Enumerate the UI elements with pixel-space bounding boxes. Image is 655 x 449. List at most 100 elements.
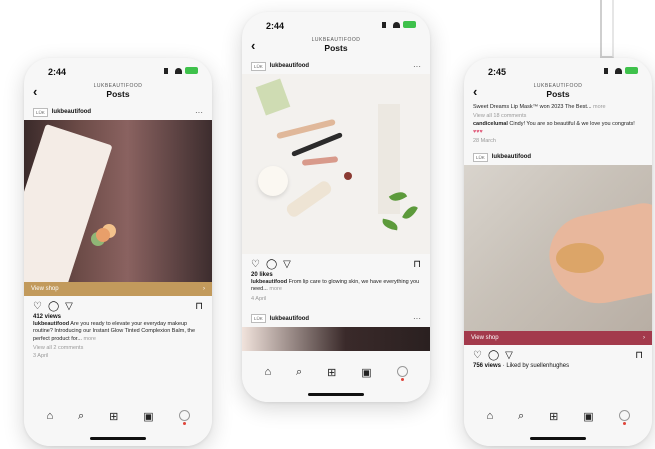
post-date: 3 April [33,353,49,360]
page-title: Posts [546,89,570,99]
home-indicator [530,437,586,440]
phone-mockup-right: 2:45 ‹ LUKBEAUTIFOOD Posts Sweet Dreams … [464,58,652,446]
post-actions: ♡ ◯ ▽ ⊓ [464,345,652,363]
post-caption: lukbeautifood From lip care to glowing s… [251,279,420,293]
post-actions: ♡ ◯ ▽ ⊓ [24,296,212,314]
shop-icon[interactable]: ▣ [583,410,593,423]
post-actions: ♡ ◯ ▽ ⊓ [242,254,430,272]
nav-account-name: LUKBEAUTIFOOD [93,83,143,89]
status-time: 2:44 [48,67,67,77]
nav-header: ‹ LUKBEAUTIFOOD Posts [464,80,652,104]
add-post-icon[interactable]: ⊞ [327,366,336,379]
page-title: Posts [106,89,130,99]
post-header: LÜK lukbeautifood ··· [24,104,212,120]
comment-icon[interactable]: ◯ [48,301,59,312]
chevron-right-icon: › [643,335,645,342]
shop-icon[interactable]: ▣ [143,410,153,423]
bookmark-icon[interactable]: ⊓ [413,259,421,270]
profile-avatar-icon[interactable] [178,410,190,425]
back-arrow-icon[interactable]: ‹ [33,84,37,99]
comment-date: 28 March [473,138,496,145]
bottom-tab-bar: ⌂ ⌕ ⊞ ▣ [242,356,430,402]
view-comments-link[interactable]: View all 2 comments [24,344,212,352]
comment-preview: candicelumal Cindy! You are so beautiful… [473,121,635,135]
view-shop-bar[interactable]: View shop › [464,331,652,346]
back-arrow-icon[interactable]: ‹ [473,84,477,99]
search-icon[interactable]: ⌕ [78,410,84,423]
nav-account-name: LUKBEAUTIFOOD [311,37,361,43]
nav-account-name: LUKBEAUTIFOOD [533,83,583,89]
view-shop-bar[interactable]: View shop › [24,282,212,296]
post-caption: lukbeautifood Are you ready to elevate y… [33,321,196,342]
nav-header: ‹ LUKBEAUTIFOOD Posts [24,80,212,104]
home-indicator [90,437,146,440]
status-bar: 2:45 [464,58,652,80]
chevron-right-icon: › [203,286,205,292]
shop-icon[interactable]: ▣ [361,366,371,379]
status-bar: 2:44 [242,12,430,34]
share-icon[interactable]: ▽ [505,350,513,361]
post-image[interactable] [242,74,430,254]
post-header: LÜK lukbeautifood [464,149,652,165]
bottom-tab-bar: ⌂ ⌕ ⊞ ▣ [24,400,212,446]
more-options-icon[interactable]: ··· [195,108,203,117]
status-bar: 2:44 [24,58,212,80]
search-icon[interactable]: ⌕ [296,366,302,379]
search-icon[interactable]: ⌕ [518,410,524,423]
more-options-icon[interactable]: ··· [413,62,421,71]
next-post-header: LÜK lukbeautifood ··· [242,311,430,327]
heart-icon[interactable]: ♡ [251,259,260,270]
post-username[interactable]: lukbeautifood [52,109,91,115]
background-bracket-line [600,0,614,58]
next-post-image[interactable] [242,326,430,351]
share-icon[interactable]: ▽ [65,301,73,312]
account-avatar[interactable]: LÜK [33,107,48,117]
post-image[interactable] [464,165,652,332]
comment-icon[interactable]: ◯ [488,350,499,361]
nav-header: ‹ LUKBEAUTIFOOD Posts [242,34,430,58]
wifi-icon [393,21,400,28]
heart-icon[interactable]: ♡ [33,301,42,312]
battery-icon [625,67,638,74]
account-avatar[interactable]: LÜK [251,314,266,324]
heart-icon[interactable]: ♡ [473,350,482,361]
page-title: Posts [324,43,348,53]
home-icon[interactable]: ⌂ [46,410,53,423]
profile-avatar-icon[interactable] [396,366,408,381]
bookmark-icon[interactable]: ⊓ [195,301,203,312]
phone-mockup-center: 2:44 ‹ LUKBEAUTIFOOD Posts LÜK lukbeauti… [242,12,430,402]
post-header: LÜK lukbeautifood ··· [242,58,430,74]
post-image[interactable] [24,120,212,282]
add-post-icon[interactable]: ⊞ [109,410,118,423]
signal-icon [164,67,172,74]
view-count: 756 views · Liked by suellenhughes [473,363,570,370]
status-time: 2:44 [266,21,285,31]
wifi-icon [615,67,622,74]
home-icon[interactable]: ⌂ [264,366,271,379]
bookmark-icon[interactable]: ⊓ [635,350,643,361]
heart-emoji-icon: ♥♥♥ [473,128,483,135]
account-avatar[interactable]: LÜK [473,152,488,162]
more-options-icon[interactable]: ··· [413,314,421,323]
post-username[interactable]: lukbeautifood [492,154,531,160]
add-post-icon[interactable]: ⊞ [549,410,558,423]
phone-mockup-left: 2:44 ‹ LUKBEAUTIFOOD Posts LÜK lukbeauti… [24,58,212,446]
back-arrow-icon[interactable]: ‹ [251,38,255,53]
home-icon[interactable]: ⌂ [486,410,493,423]
battery-icon [185,67,198,74]
bottom-tab-bar: ⌂ ⌕ ⊞ ▣ [464,400,652,446]
view-comments-link[interactable]: View all 18 comments [464,112,652,120]
view-shop-label: View shop [471,335,499,342]
post-username[interactable]: lukbeautifood [270,316,309,322]
comment-icon[interactable]: ◯ [266,259,277,270]
post-date: 4 April [251,295,267,302]
signal-icon [382,21,390,28]
signal-icon [604,67,612,74]
view-shop-label: View shop [31,286,59,292]
share-icon[interactable]: ▽ [283,259,291,270]
home-indicator [308,393,364,396]
profile-avatar-icon[interactable] [618,410,630,425]
account-avatar[interactable]: LÜK [251,61,266,71]
post-username[interactable]: lukbeautifood [270,63,309,69]
status-time: 2:45 [488,67,507,77]
